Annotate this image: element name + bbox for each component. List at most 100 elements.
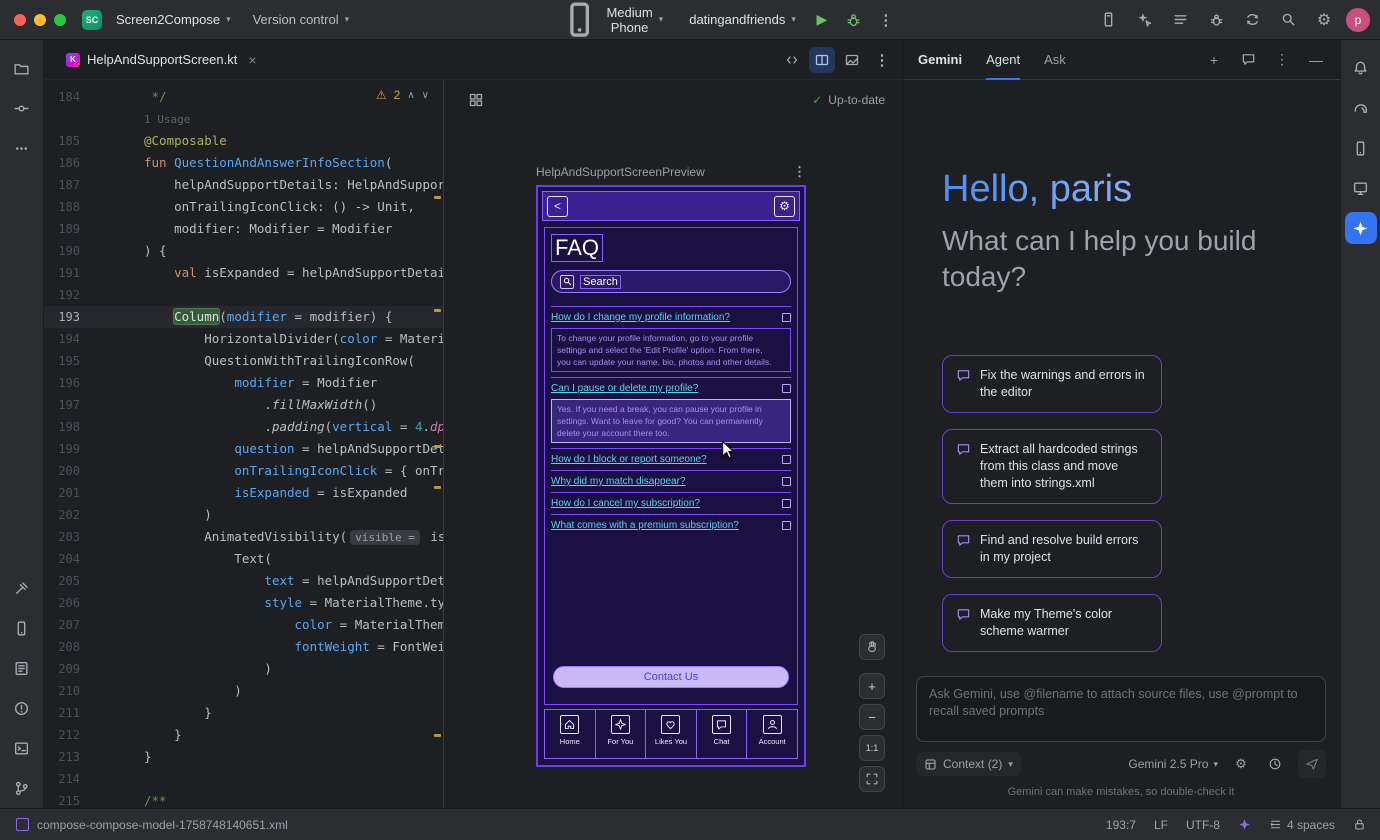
settings-gear-button[interactable]: ⚙ <box>774 196 795 217</box>
zoom-to-fit-button[interactable] <box>859 766 885 792</box>
design-view-button[interactable] <box>839 47 865 73</box>
code-line[interactable]: 204 Text( <box>44 548 443 570</box>
code-line[interactable]: 192 <box>44 284 443 306</box>
back-button[interactable]: < <box>547 196 568 217</box>
expand-icon[interactable] <box>782 455 791 464</box>
close-tab-icon[interactable]: × <box>248 52 256 68</box>
gemini-tool-button[interactable] <box>1345 212 1377 244</box>
faq-question-row[interactable]: How do I cancel my subscription? <box>551 496 791 511</box>
nav-item-home[interactable]: Home <box>544 709 596 759</box>
contact-us-button[interactable]: Contact Us <box>553 666 789 688</box>
faq-question-row[interactable]: Can I pause or delete my profile? <box>551 381 791 396</box>
code-line[interactable]: 201 isExpanded = isExpanded <box>44 482 443 504</box>
expand-icon[interactable] <box>782 384 791 393</box>
warning-stripe-mark[interactable] <box>434 196 441 199</box>
inspections-widget[interactable]: ⚠ 2 ∧ ∨ <box>376 88 429 102</box>
terminal-tool-button[interactable] <box>6 732 38 764</box>
profiler-button[interactable] <box>1202 6 1230 34</box>
file-lock-toggle[interactable] <box>1353 818 1366 831</box>
code-line[interactable]: 211 } <box>44 702 443 724</box>
editor-options-button[interactable]: ⋮ <box>869 47 895 73</box>
gemini-actions-button[interactable] <box>1130 6 1158 34</box>
indent-setting[interactable]: 4 spaces <box>1269 818 1335 832</box>
code-line[interactable]: 187 helpAndSupportDetails: HelpAndSuppor… <box>44 174 443 196</box>
suggestion-card[interactable]: Extract all hardcoded strings from this … <box>942 429 1162 504</box>
problems-tool-button[interactable] <box>6 692 38 724</box>
expand-icon[interactable] <box>782 499 791 508</box>
tab-ask[interactable]: Ask <box>1044 40 1066 80</box>
code-line[interactable]: 202 ) <box>44 504 443 526</box>
device-selector[interactable]: Medium Phone ▾ <box>551 0 671 44</box>
code-line[interactable]: 215 /** <box>44 790 443 808</box>
send-button[interactable] <box>1298 750 1326 778</box>
project-menu[interactable]: Screen2Compose ▾ <box>108 8 239 31</box>
code-line[interactable]: 193 Column(modifier = modifier) { <box>44 306 443 328</box>
faq-question-row[interactable]: What comes with a premium subscription? <box>551 518 791 533</box>
code-line[interactable]: 214 <box>44 768 443 790</box>
nav-item-account[interactable]: Account <box>746 709 798 759</box>
notifications-button[interactable] <box>1345 52 1377 84</box>
minimize-window-button[interactable] <box>34 14 46 26</box>
build-tool-button[interactable] <box>6 572 38 604</box>
version-control-tool-button[interactable] <box>6 772 38 804</box>
nav-item-for-you[interactable]: For You <box>595 709 647 759</box>
code-line[interactable]: 188 onTrailingIconClick: () -> Unit, <box>44 196 443 218</box>
version-control-menu[interactable]: Version control ▾ <box>245 8 358 31</box>
context-selector[interactable]: Context (2) ▾ <box>916 752 1021 776</box>
pan-tool-button[interactable] <box>859 634 885 660</box>
zoom-out-button[interactable]: − <box>859 704 885 730</box>
zoom-actual-size-button[interactable]: 1:1 <box>859 735 885 761</box>
commit-tool-button[interactable] <box>6 92 38 124</box>
code-line[interactable]: 206 style = MaterialTheme.typo <box>44 592 443 614</box>
faq-question-row[interactable]: Why did my match disappear? <box>551 474 791 489</box>
run-button[interactable]: ▶ <box>808 6 836 34</box>
more-run-options-button[interactable]: ⋮ <box>872 6 900 34</box>
running-devices-button[interactable] <box>1345 172 1377 204</box>
suggestion-card[interactable]: Find and resolve build errors in my proj… <box>942 520 1162 578</box>
code-line[interactable]: 209 ) <box>44 658 443 680</box>
code-line[interactable]: 196 modifier = Modifier <box>44 372 443 394</box>
gemini-settings-button[interactable]: ⚙ <box>1230 753 1252 775</box>
debug-button[interactable] <box>840 6 868 34</box>
preview-name[interactable]: HelpAndSupportScreenPreview <box>536 165 705 179</box>
device-manager-tool-button[interactable] <box>6 612 38 644</box>
preview-options-icon[interactable]: ⋮ <box>793 164 806 180</box>
code-line[interactable]: 191 val isExpanded = helpAndSupportDetai… <box>44 262 443 284</box>
device-manager-stripe-button[interactable] <box>1345 132 1377 164</box>
logcat-tool-button[interactable] <box>6 652 38 684</box>
nav-item-chat[interactable]: Chat <box>696 709 748 759</box>
previous-issue-button[interactable]: ∧ <box>407 90 414 101</box>
code-line[interactable]: 210 ) <box>44 680 443 702</box>
preview-top-app-bar[interactable]: < ⚙ <box>542 191 800 221</box>
phone-preview[interactable]: < ⚙ FAQ Search How do I change my profil… <box>536 185 806 767</box>
code-line[interactable]: 197 .fillMaxWidth() <box>44 394 443 416</box>
editor-tab[interactable]: K HelpAndSupportScreen.kt × <box>56 40 267 80</box>
caret-position[interactable]: 193:7 <box>1106 818 1136 832</box>
warning-stripe-mark[interactable] <box>434 309 441 312</box>
warning-stripe-mark[interactable] <box>434 734 441 737</box>
preview-canvas[interactable]: HelpAndSupportScreenPreview ⋮ < ⚙ FAQ <box>444 120 903 808</box>
file-encoding[interactable]: UTF-8 <box>1186 818 1220 832</box>
chat-history-button[interactable] <box>1238 50 1258 70</box>
expand-icon[interactable] <box>782 521 791 530</box>
zoom-in-button[interactable]: + <box>859 673 885 699</box>
faq-answer[interactable]: Yes. If you need a break, you can pause … <box>551 399 791 443</box>
code-editor[interactable]: ⚠ 2 ∧ ∨ 184 */ 1 Usage 185 @Composable 1… <box>44 80 443 808</box>
code-line[interactable]: 1 Usage <box>44 108 443 130</box>
ai-status-button[interactable] <box>1238 818 1251 831</box>
run-configuration-selector[interactable]: datingandfriends ▾ <box>675 8 804 31</box>
search-field[interactable]: Search <box>551 270 791 293</box>
code-line[interactable]: 213 } <box>44 746 443 768</box>
suggestion-card[interactable]: Fix the warnings and errors in the edito… <box>942 355 1162 413</box>
preview-layout-button[interactable] <box>462 86 490 114</box>
next-issue-button[interactable]: ∨ <box>422 90 429 101</box>
faq-question-row[interactable]: How do I change my profile information? <box>551 310 791 325</box>
code-line[interactable]: 186 fun QuestionAndAnswerInfoSection( <box>44 152 443 174</box>
code-line[interactable]: 203 AnimatedVisibility(visible = isExpan <box>44 526 443 548</box>
split-view-button[interactable] <box>809 47 835 73</box>
project-tool-button[interactable] <box>6 52 38 84</box>
gemini-prompt-input[interactable]: Ask Gemini, use @filename to attach sour… <box>916 676 1326 742</box>
faq-question-row[interactable]: How do I block or report someone? <box>551 452 791 467</box>
new-chat-button[interactable]: + <box>1204 50 1224 70</box>
close-window-button[interactable] <box>14 14 26 26</box>
